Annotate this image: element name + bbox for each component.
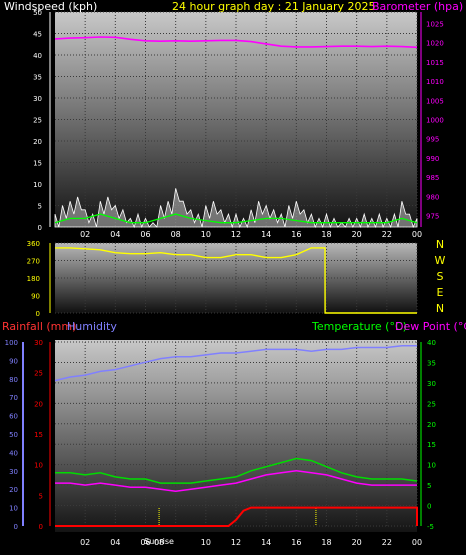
wind-y-tick-label: 20 [33,138,42,146]
humidity-tick-label: 80 [9,376,18,384]
barometer-tick-label: 1020 [426,40,444,48]
compass-label: S [437,270,444,283]
barometer-tick-label: 975 [426,212,439,220]
rain-tick-label: 10 [34,462,43,470]
wind-y-tick-label: 30 [33,95,42,103]
direction-y-tick-label: 0 [36,310,40,318]
barometer-tick-label: 1015 [426,59,444,67]
wind-x-tick-label: 00 [412,230,422,239]
windspeed-axis-title: Windspeed (kph) [4,0,97,13]
wind-y-tick-label: 0 [38,224,42,232]
wind-x-tick-label: 04 [110,230,120,239]
temperature-tick-label: 25 [427,400,436,408]
wind-y-tick-label: 5 [38,203,42,211]
wind-x-tick-label: 18 [321,230,331,239]
barometer-tick-label: 995 [426,136,439,144]
temperature-tick-label: 5 [427,482,431,490]
wind-x-tick-label: 06 [140,230,150,239]
direction-y-tick-label: 360 [27,240,40,248]
rain-tick-label: 25 [34,370,43,378]
wind-x-tick-label: 12 [231,230,241,239]
humidity-tick-label: 0 [14,523,18,531]
barometer-tick-label: 980 [426,193,439,201]
rain-tick-label: 30 [34,339,43,347]
compass-label: W [435,254,446,267]
sunrise-label: Sunrise [144,537,174,546]
temp-x-tick-label: 02 [80,538,90,547]
temp-x-tick-label: 00 [412,538,422,547]
barometer-tick-label: 985 [426,174,439,182]
wind-y-tick-label: 50 [33,9,42,17]
wind-x-tick-label: 16 [291,230,301,239]
wind-x-tick-label: 20 [352,230,362,239]
temperature-tick-label: 40 [427,339,436,347]
barometer-axis-title: Barometer (hpa) [372,0,463,13]
humidity-tick-label: 70 [9,394,18,402]
barometer-tick-label: 1000 [426,117,444,125]
rainfall-axis-title: Rainfall (mm) [2,320,76,333]
rain-tick-label: 15 [34,431,43,439]
temp-x-tick-label: 04 [110,538,120,547]
humidity-tick-label: 30 [9,468,18,476]
rain-tick-label: 20 [34,400,43,408]
wind-x-tick-label: 14 [261,230,271,239]
direction-y-tick-label: 270 [27,258,40,266]
weather-graph: Windspeed (kph) 24 hour graph day : 21 J… [2,0,466,547]
wind-y-tick-label: 15 [33,160,42,168]
wind-x-tick-label: 10 [201,230,211,239]
temp-x-tick-label: 16 [291,538,301,547]
wind-y-tick-label: 10 [33,181,42,189]
barometer-tick-label: 990 [426,155,439,163]
dewpoint-axis-title: Dew Point (°C) [395,320,466,333]
wind-x-tick-label: 22 [382,230,392,239]
compass-label: N [436,302,444,315]
temp-x-tick-label: 12 [231,538,241,547]
rain-tick-label: 0 [39,523,43,531]
temperature-tick-label: 35 [427,359,436,367]
temperature-tick-label: 30 [427,380,436,388]
temperature-axis-title: Temperature (°C) [311,320,407,333]
barometer-tick-label: 1010 [426,78,444,86]
temperature-tick-label: 10 [427,462,436,470]
humidity-tick-label: 90 [9,357,18,365]
wind-x-tick-label: 02 [80,230,90,239]
wind-y-tick-label: 45 [33,31,42,39]
temp-x-tick-label: 10 [201,538,211,547]
temp-x-tick-label: 20 [352,538,362,547]
wind-y-tick-label: 25 [33,117,42,125]
humidity-tick-label: 20 [9,486,18,494]
temperature-tick-label: 0 [427,503,431,511]
barometer-tick-label: 1025 [426,21,444,29]
humidity-tick-label: 50 [9,431,18,439]
barometer-tick-label: 1005 [426,97,444,105]
chart-title: 24 hour graph day : 21 January 2025 [172,0,376,13]
humidity-tick-label: 60 [9,413,18,421]
direction-y-tick-label: 90 [31,293,40,301]
compass-label: N [436,238,444,251]
direction-y-tick-label: 180 [27,275,40,283]
temp-x-tick-label: 18 [321,538,331,547]
humidity-tick-label: 40 [9,449,18,457]
humidity-axis-title: Humidity [67,320,117,333]
wind-y-tick-label: 40 [33,52,42,60]
temperature-tick-label: 20 [427,421,436,429]
wind-y-tick-label: 35 [33,74,42,82]
temperature-tick-label: -5 [427,523,434,531]
temp-x-tick-label: 14 [261,538,271,547]
rain-tick-label: 5 [39,492,43,500]
temperature-tick-label: 15 [427,441,436,449]
compass-label: E [437,286,444,299]
temp-x-tick-label: 22 [382,538,392,547]
wind-x-tick-label: 08 [171,230,181,239]
humidity-tick-label: 100 [5,339,18,347]
humidity-tick-label: 10 [9,505,18,513]
